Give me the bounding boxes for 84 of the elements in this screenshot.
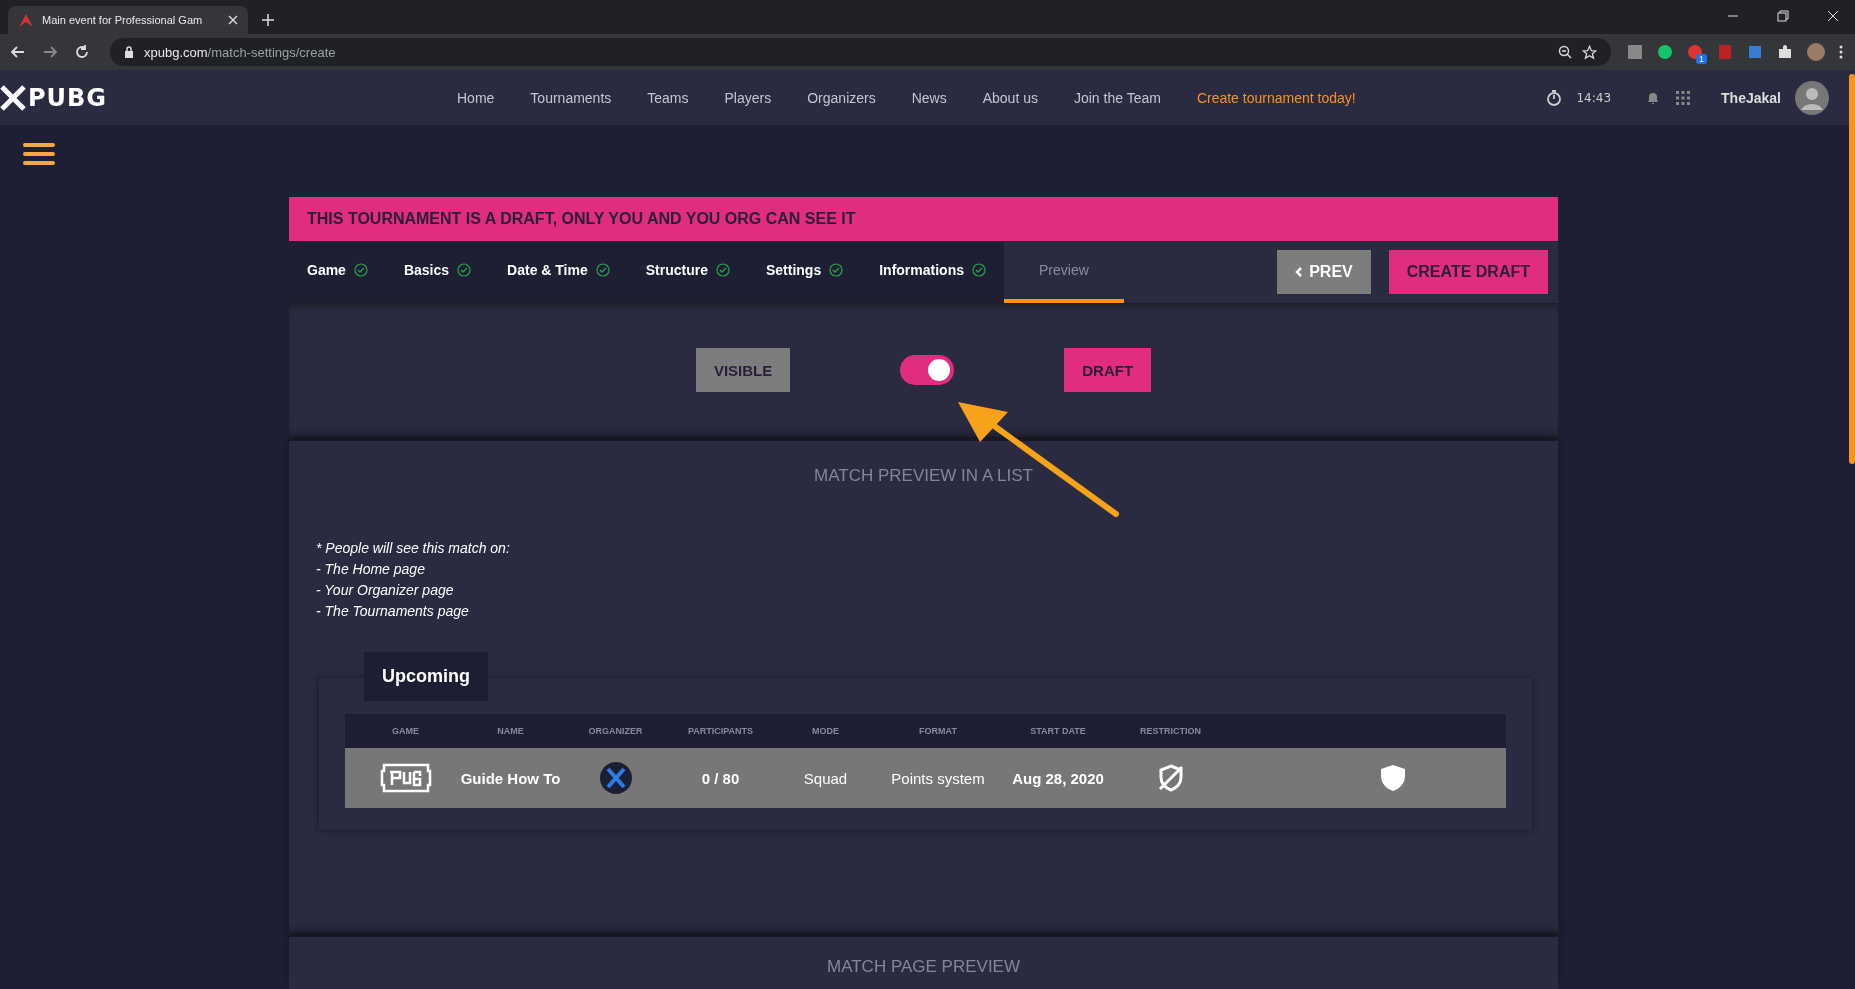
favicon-icon xyxy=(18,12,34,28)
profile-avatar[interactable] xyxy=(1807,43,1825,61)
restore-icon[interactable] xyxy=(1777,10,1789,22)
start-date: Aug 28, 2020 xyxy=(1011,769,1105,787)
x-logo-icon xyxy=(0,84,26,111)
match-mode: Squad xyxy=(802,769,849,787)
nav-link[interactable]: Join the Team xyxy=(1073,89,1161,106)
toggle-switch[interactable] xyxy=(900,355,955,385)
draft-banner: THIS TOURNAMENT IS A DRAFT, ONLY YOU AND YOU ORG CAN SEE IT xyxy=(289,197,1558,241)
nav-link[interactable]: Players xyxy=(724,89,772,106)
check-circle-icon xyxy=(595,263,610,277)
extension-icon[interactable] xyxy=(1657,44,1673,60)
step-tab[interactable]: Structure xyxy=(627,241,748,303)
note-text: - Your Organizer page xyxy=(316,581,455,600)
back-icon[interactable] xyxy=(10,44,26,60)
match-row[interactable]: Guide How To 0 / 80 Squad Points system Aug 28, 2020 xyxy=(345,748,1506,808)
step-tab[interactable]: Preview xyxy=(1004,241,1124,303)
organizer-avatar xyxy=(599,762,632,794)
extension-badge: 1 xyxy=(1696,54,1707,64)
nav-link[interactable]: Home xyxy=(457,89,495,106)
participants-count: 0 / 80 xyxy=(700,769,741,787)
zoom-icon[interactable] xyxy=(1558,45,1572,59)
lock-icon xyxy=(124,46,134,58)
check-circle-icon xyxy=(972,263,986,277)
match-name: Guide How To xyxy=(459,769,562,787)
grid-icon[interactable] xyxy=(1675,89,1692,106)
extension-icon[interactable] xyxy=(1747,44,1763,60)
column-header: GAME xyxy=(391,726,420,736)
address-field[interactable]: xpubg.com/match-settings/create xyxy=(110,38,1611,66)
stopwatch-icon[interactable] xyxy=(1546,89,1563,106)
step-tab[interactable]: Date & Time xyxy=(489,241,628,303)
extension-icon[interactable] xyxy=(1627,44,1643,60)
tab-title: Main event for Professional Gam xyxy=(42,14,204,26)
check-circle-icon xyxy=(716,263,730,277)
column-header: MODE xyxy=(811,726,840,736)
note-text: - The Tournaments page xyxy=(316,602,470,621)
clock-time: 14:43 xyxy=(1576,90,1612,105)
upcoming-tab[interactable]: Upcoming xyxy=(364,652,488,701)
section-heading: MATCH PAGE PREVIEW xyxy=(826,957,1021,977)
nav-link[interactable]: Create tournament today! xyxy=(1196,89,1356,106)
prev-button[interactable]: PREV xyxy=(1277,250,1371,294)
column-header: START DATE xyxy=(1029,726,1087,736)
nav-link[interactable]: Teams xyxy=(647,89,689,106)
check-circle-icon xyxy=(829,263,844,277)
star-icon[interactable] xyxy=(1582,44,1597,60)
menu-icon[interactable] xyxy=(1839,45,1843,59)
draft-button[interactable]: DRAFT xyxy=(1064,348,1152,392)
nav-link[interactable]: News xyxy=(911,89,947,106)
nav-link[interactable]: Organizers xyxy=(807,89,876,106)
logo-text: PUBG xyxy=(28,83,108,112)
step-tab[interactable]: Informations xyxy=(861,241,1004,303)
chevron-left-icon xyxy=(1295,266,1304,278)
column-header: FORMAT xyxy=(918,726,958,736)
visible-button[interactable]: VISIBLE xyxy=(695,348,791,392)
new-tab-icon[interactable] xyxy=(262,14,274,26)
column-header: PARTICIPANTS xyxy=(686,726,755,736)
scrollbar-thumb[interactable] xyxy=(1849,74,1855,464)
section-heading: MATCH PREVIEW IN A LIST xyxy=(813,466,1034,486)
note-text: * People will see this match on: xyxy=(316,539,511,558)
reload-icon[interactable] xyxy=(74,44,90,60)
close-icon[interactable] xyxy=(228,15,238,25)
username[interactable]: TheJakal xyxy=(1721,89,1781,106)
column-header: ORGANIZER xyxy=(587,726,644,736)
note-text: - The Home page xyxy=(316,560,426,579)
nav-link[interactable]: Tournaments xyxy=(530,89,612,106)
check-circle-icon xyxy=(353,263,368,277)
match-format: Points system xyxy=(890,769,986,787)
create-draft-button[interactable]: CREATE DRAFT xyxy=(1388,250,1548,294)
site-logo[interactable]: PUBG xyxy=(0,83,400,112)
step-tab[interactable]: Game xyxy=(289,241,386,303)
user-avatar[interactable] xyxy=(1795,80,1829,115)
game-logo-icon xyxy=(379,763,432,793)
close-window-icon[interactable] xyxy=(1827,10,1839,22)
step-tab[interactable]: Basics xyxy=(385,241,490,303)
step-tab[interactable]: Settings xyxy=(748,241,862,303)
column-header: RESTRICTION xyxy=(1139,726,1202,736)
menu-icon[interactable] xyxy=(23,143,55,165)
column-header: NAME xyxy=(496,726,525,736)
browser-tab[interactable]: Main event for Professional Gam xyxy=(8,6,248,34)
check-circle-icon xyxy=(457,263,472,277)
puzzle-icon[interactable] xyxy=(1777,44,1793,60)
forward-icon[interactable] xyxy=(42,44,58,60)
nav-link[interactable]: About us xyxy=(982,89,1038,106)
shield-icon xyxy=(1380,764,1406,792)
